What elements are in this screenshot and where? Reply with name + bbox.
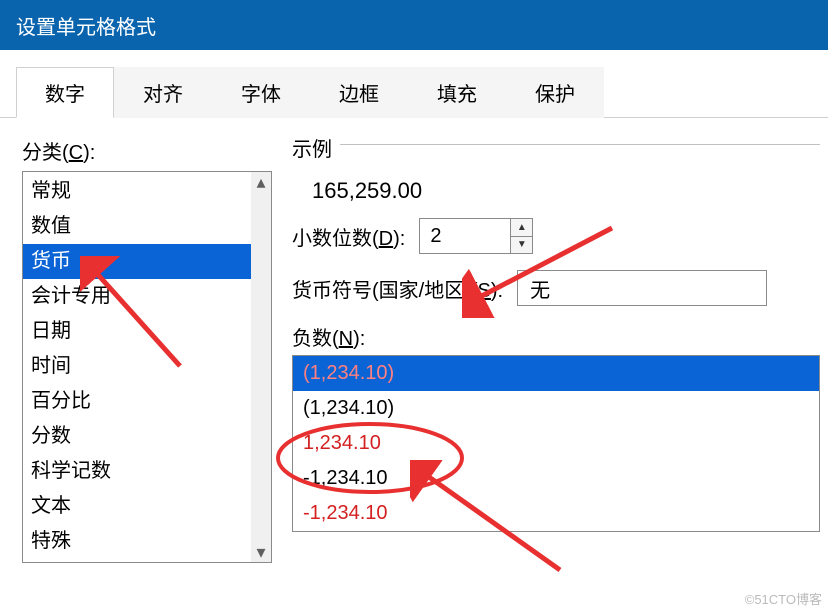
category-listbox[interactable]: 常规 数值 货币 会计专用 日期 时间 百分比 分数 科学记数 文本 特殊 自定…	[22, 171, 272, 563]
tab-number[interactable]: 数字	[16, 67, 114, 118]
list-item[interactable]: (1,234.10)	[293, 356, 819, 391]
spinner-down-icon[interactable]: ▼	[511, 237, 532, 254]
list-item[interactable]: 分数	[23, 419, 271, 454]
spinner: ▲ ▼	[510, 219, 532, 253]
scrollbar[interactable]: ▴ ▾	[251, 172, 271, 562]
spinner-up-icon[interactable]: ▲	[511, 219, 532, 237]
chevron-up-icon[interactable]: ▴	[251, 172, 271, 192]
right-column: 示例 165,259.00 小数位数(D): ▲ ▼ 货币符号(国家/地区)(S…	[292, 136, 828, 563]
list-item[interactable]: 文本	[23, 489, 271, 524]
category-label: 分类(C):	[22, 136, 272, 165]
example-label: 示例	[292, 133, 340, 162]
example-group: 示例 165,259.00	[292, 144, 820, 218]
list-item[interactable]: -1,234.10	[293, 496, 819, 531]
list-item[interactable]: 百分比	[23, 384, 271, 419]
watermark: ©51CTO博客	[745, 589, 822, 608]
list-item[interactable]: 时间	[23, 349, 271, 384]
tab-protection[interactable]: 保护	[506, 67, 604, 118]
list-item[interactable]: (1,234.10)	[293, 391, 819, 426]
currency-symbol-value: 无	[530, 274, 550, 303]
decimal-places-stepper[interactable]: ▲ ▼	[419, 218, 533, 254]
currency-symbol-select[interactable]: 无	[517, 270, 767, 306]
list-item[interactable]: 货币	[23, 244, 271, 279]
decimal-places-input[interactable]	[420, 219, 510, 253]
list-item[interactable]: 日期	[23, 314, 271, 349]
decimal-places-label: 小数位数(D):	[292, 222, 405, 251]
list-item[interactable]: -1,234.10	[293, 461, 819, 496]
list-item[interactable]: 会计专用	[23, 279, 271, 314]
window-titlebar: 设置单元格格式	[0, 0, 828, 50]
currency-symbol-label: 货币符号(国家/地区)(S):	[292, 274, 503, 303]
negative-numbers-listbox[interactable]: (1,234.10) (1,234.10) 1,234.10 -1,234.10…	[292, 355, 820, 532]
example-value: 165,259.00	[292, 178, 820, 218]
decimal-places-row: 小数位数(D): ▲ ▼	[292, 218, 820, 254]
window-title: 设置单元格格式	[16, 11, 156, 40]
list-item[interactable]: 科学记数	[23, 454, 271, 489]
tab-border[interactable]: 边框	[310, 67, 408, 118]
list-item[interactable]: 特殊	[23, 524, 271, 559]
tab-fill[interactable]: 填充	[408, 67, 506, 118]
tab-alignment[interactable]: 对齐	[114, 67, 212, 118]
chevron-down-icon[interactable]: ▾	[251, 542, 271, 562]
tab-font[interactable]: 字体	[212, 67, 310, 118]
list-item[interactable]: 自定义	[23, 559, 271, 563]
currency-symbol-row: 货币符号(国家/地区)(S): 无	[292, 270, 820, 306]
negative-numbers-label: 负数(N):	[292, 322, 820, 351]
list-item[interactable]: 常规	[23, 174, 271, 209]
list-item[interactable]: 数值	[23, 209, 271, 244]
content-area: 分类(C): 常规 数值 货币 会计专用 日期 时间 百分比 分数 科学记数 文…	[0, 118, 828, 563]
left-column: 分类(C): 常规 数值 货币 会计专用 日期 时间 百分比 分数 科学记数 文…	[22, 136, 272, 563]
tab-strip: 数字 对齐 字体 边框 填充 保护	[0, 50, 828, 118]
list-item[interactable]: 1,234.10	[293, 426, 819, 461]
